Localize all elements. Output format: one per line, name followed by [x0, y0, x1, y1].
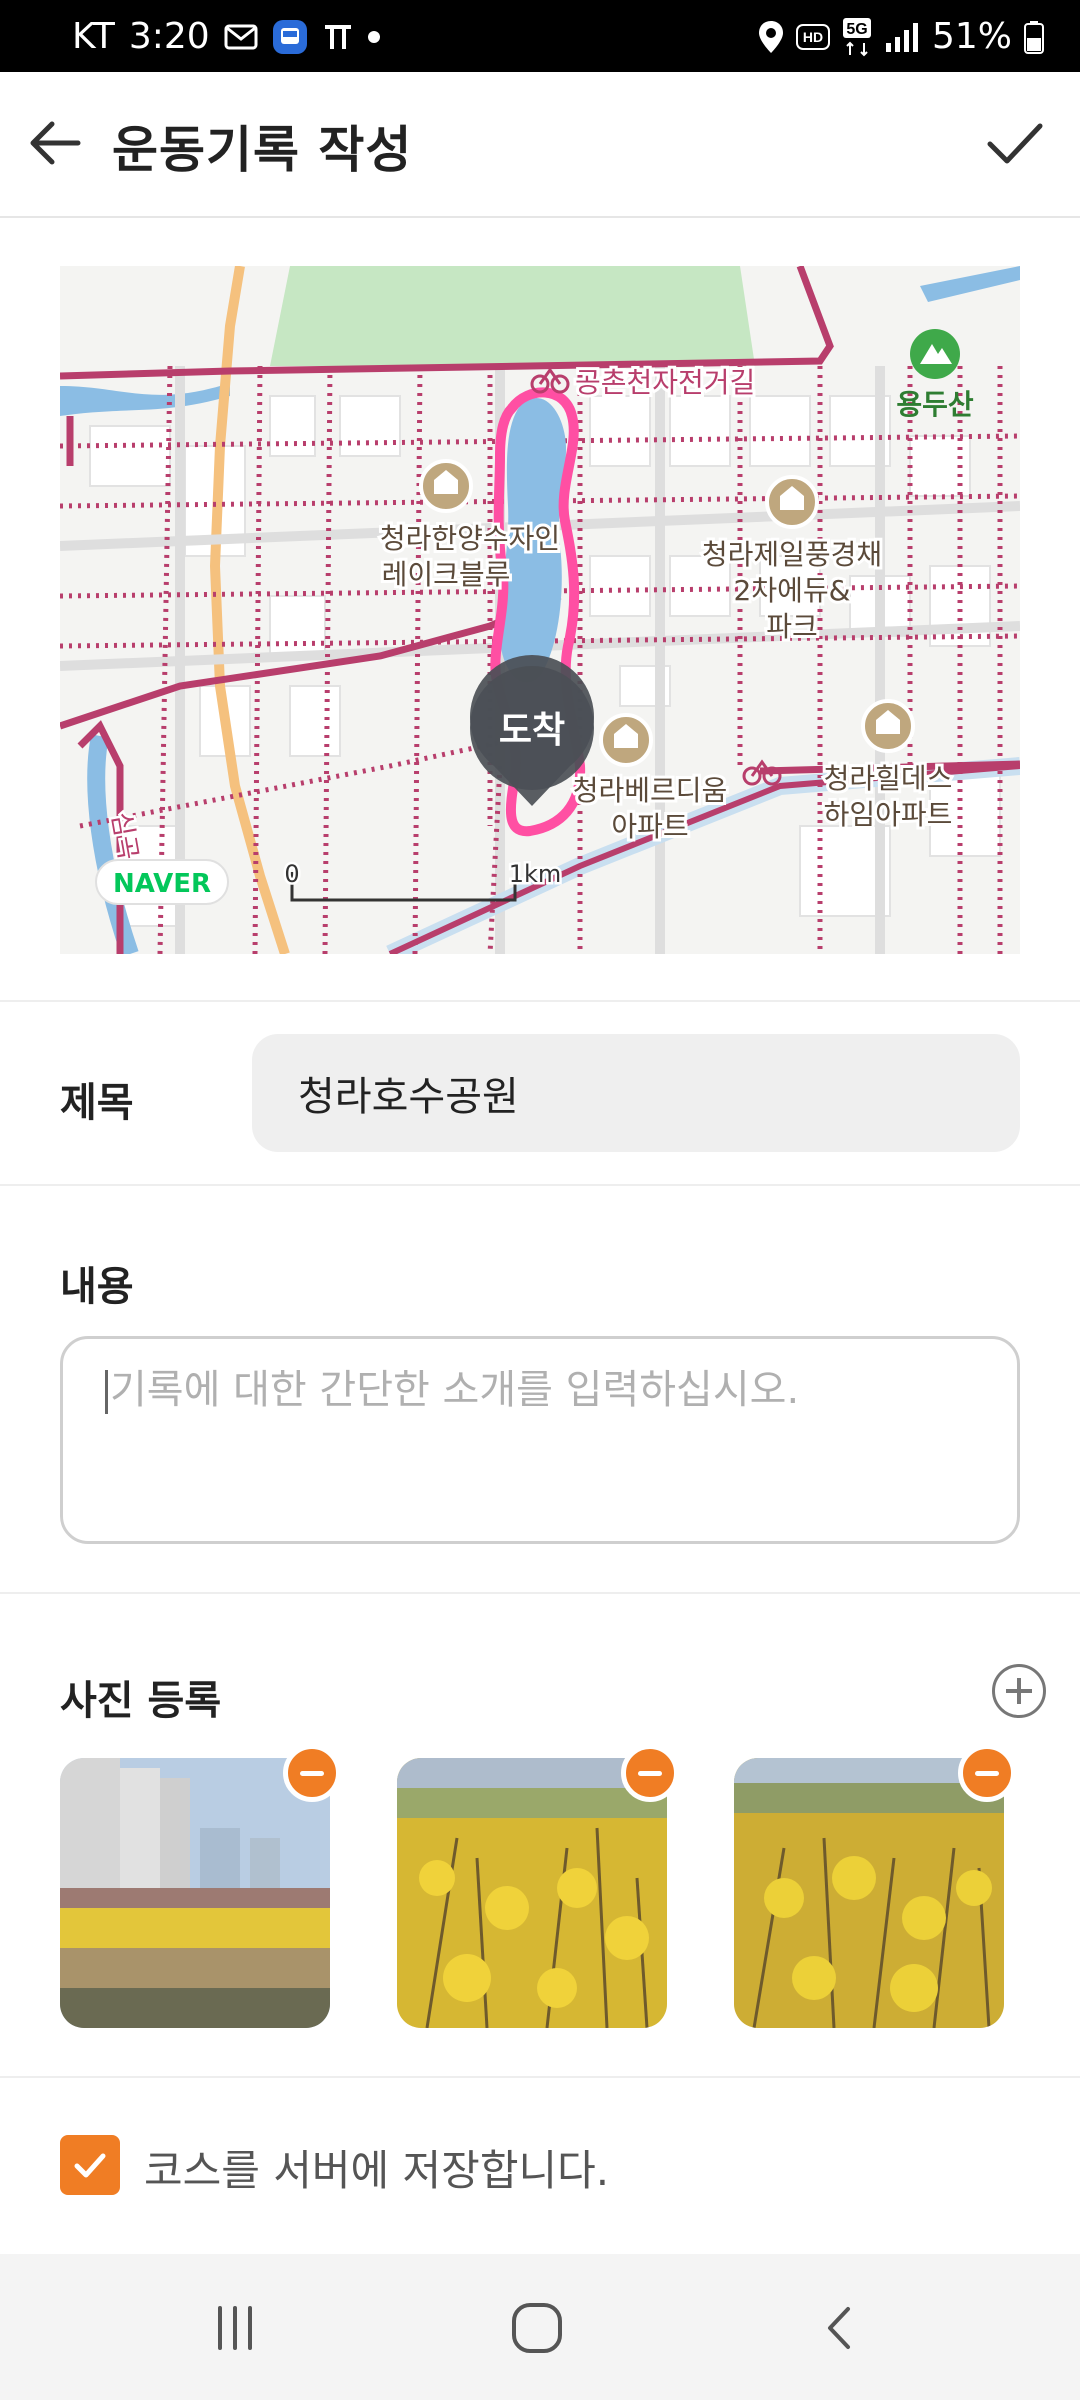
map-scale-start: 0 — [284, 860, 299, 888]
map-scale-end: 1km — [509, 860, 562, 888]
photo-thumbnail-1[interactable] — [60, 1758, 330, 2028]
divider — [0, 1592, 1080, 1594]
content-label: 내용 — [60, 1264, 134, 1310]
status-bar: KT 3:20 HD 5G 51% — [0, 0, 1080, 72]
title-input[interactable]: 청라호수공원 — [252, 1034, 1020, 1152]
recent-apps-icon — [218, 2306, 252, 2350]
recent-apps-button[interactable] — [195, 2296, 275, 2360]
content-textarea[interactable]: 기록에 대한 간단한 소개를 입력하십시오. — [60, 1336, 1020, 1544]
dot-icon — [367, 30, 380, 43]
plus-circle-icon[interactable] — [992, 1664, 1046, 1718]
arrival-marker-label: 도착 — [499, 710, 565, 751]
map-label-mountain: 용두산 — [896, 388, 974, 421]
hd-label: HD — [803, 29, 823, 45]
page-title: 운동기록 작성 — [112, 121, 413, 179]
map-label-apt1-line1: 청라한양수자인 — [380, 522, 560, 555]
app-header: 운동기록 작성 — [0, 72, 1080, 218]
nav-back-button[interactable] — [800, 2296, 880, 2360]
checkmark-icon — [987, 123, 1043, 164]
text-caret — [105, 1370, 108, 1414]
naver-logo: NAVER — [113, 869, 211, 899]
title-label: 제목 — [60, 1080, 134, 1126]
network-label: 5G — [846, 21, 867, 38]
back-icon — [828, 2307, 850, 2349]
arrow-left-icon — [30, 121, 81, 165]
map-label-bike-road: 공촌천자전거길 — [575, 366, 755, 399]
content-placeholder: 기록에 대한 간단한 소개를 입력하십시오. — [110, 1367, 800, 1413]
map-label-apt2-line1: 청라제일풍경채 — [702, 538, 882, 571]
5g-icon: 5G — [842, 17, 872, 57]
route-map[interactable]: 용두산 공촌천자전거길 청라한양수자인 레이크블루 청라제일풍경채 2차에듀& … — [60, 266, 1020, 954]
photo-thumbnail-2[interactable] — [397, 1758, 667, 2028]
battery-icon — [1024, 20, 1044, 54]
photo-thumbnail-3[interactable] — [734, 1758, 1004, 2028]
park-area — [270, 266, 755, 366]
back-button[interactable] — [22, 110, 88, 176]
map-label-apt3-line2: 아파트 — [611, 810, 688, 843]
clock: 3:20 — [128, 16, 210, 57]
divider — [0, 2076, 1080, 2078]
divider — [0, 1184, 1080, 1186]
minus-circle-icon[interactable] — [621, 1744, 679, 1802]
map-label-apt4-line2: 하임아파트 — [824, 798, 953, 831]
minus-circle-icon[interactable] — [958, 1744, 1016, 1802]
hd-icon: HD — [795, 23, 830, 50]
photo-section-label: 사진 등록 — [60, 1678, 222, 1724]
system-nav-bar — [0, 2254, 1080, 2400]
save-course-checkbox[interactable] — [60, 2135, 120, 2195]
mail-icon — [224, 24, 258, 50]
home-icon — [512, 2303, 562, 2353]
confirm-button[interactable] — [980, 108, 1050, 178]
home-button[interactable] — [497, 2296, 577, 2360]
location-icon — [758, 20, 784, 54]
save-course-label[interactable]: 코스를 서버에 저장합니다. — [144, 2137, 609, 2198]
battery-percent: 51% — [931, 16, 1012, 57]
carrier-label: KT — [72, 16, 115, 57]
map-label-apt1-line2: 레이크블루 — [382, 558, 511, 591]
map-label-apt2-line3: 파크 — [766, 610, 818, 643]
map-label-apt3-line1: 청라베르디움 — [573, 774, 728, 807]
map-label-apt4-line1: 청라힐데스 — [824, 762, 953, 795]
bus-app-icon — [272, 19, 308, 55]
title-input-value: 청라호수공원 — [298, 1074, 519, 1120]
signal-icon — [884, 21, 920, 53]
minus-circle-icon[interactable] — [283, 1744, 341, 1802]
divider — [0, 1000, 1080, 1002]
checkmark-icon — [74, 2153, 106, 2178]
tmap-icon — [322, 21, 354, 53]
map-label-apt2-line2: 2차에듀& — [734, 574, 851, 607]
